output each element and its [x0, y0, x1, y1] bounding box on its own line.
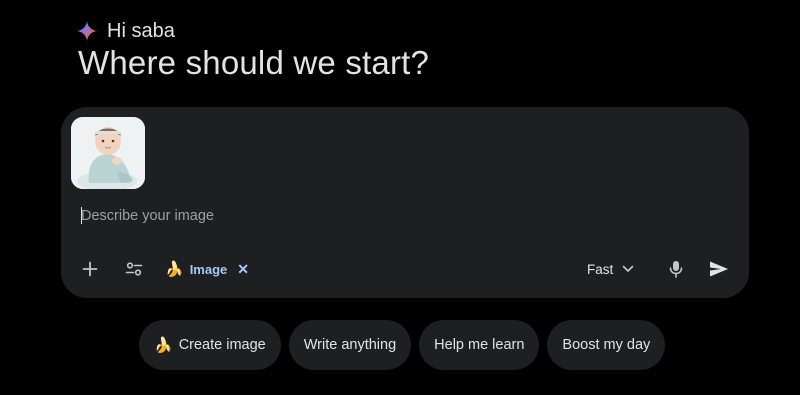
banana-icon: 🍌 [165, 261, 184, 278]
model-label: Fast [587, 261, 614, 277]
suggestion-label: Create image [178, 337, 266, 353]
send-icon [710, 261, 728, 277]
model-selector[interactable]: Fast [587, 257, 634, 281]
tools-button[interactable] [122, 257, 146, 281]
image-tool-chip[interactable]: 🍌 Image ✕ [165, 257, 249, 281]
chevron-down-icon [622, 265, 634, 272]
suggestion-label: Write anything [303, 337, 397, 353]
page-title: Where should we start? [78, 44, 430, 81]
prompt-input[interactable] [81, 206, 641, 226]
send-button[interactable] [706, 256, 732, 282]
baby-photo-icon [71, 117, 145, 189]
suggestion-help-me-learn[interactable]: Help me learn [419, 320, 540, 370]
suggestion-write-anything[interactable]: Write anything [288, 320, 412, 370]
suggestion-chips: 🍌 Create image Write anything Help me le… [139, 320, 666, 370]
suggestion-boost-my-day[interactable]: Boost my day [547, 320, 666, 370]
microphone-icon [669, 261, 683, 278]
add-button[interactable] [78, 257, 102, 281]
greeting-name: Hi saba [107, 19, 175, 42]
gemini-sparkle-icon [76, 20, 98, 42]
banana-icon: 🍌 [154, 337, 173, 354]
remove-tool-icon[interactable]: ✕ [237, 261, 249, 278]
composer-toolbar: 🍌 Image ✕ Fast [61, 255, 749, 283]
suggestion-label: Help me learn [434, 337, 525, 353]
microphone-button[interactable] [664, 257, 688, 281]
text-caret [81, 207, 82, 224]
suggestion-label: Boost my day [562, 337, 651, 353]
plus-icon [82, 261, 98, 277]
attached-image-thumbnail[interactable] [71, 117, 145, 189]
image-tool-label: Image [189, 261, 228, 277]
suggestion-create-image[interactable]: 🍌 Create image [139, 320, 281, 370]
greeting-row: Hi saba [76, 17, 175, 45]
sliders-icon [125, 262, 143, 276]
prompt-composer: 🍌 Image ✕ Fast [61, 107, 749, 298]
